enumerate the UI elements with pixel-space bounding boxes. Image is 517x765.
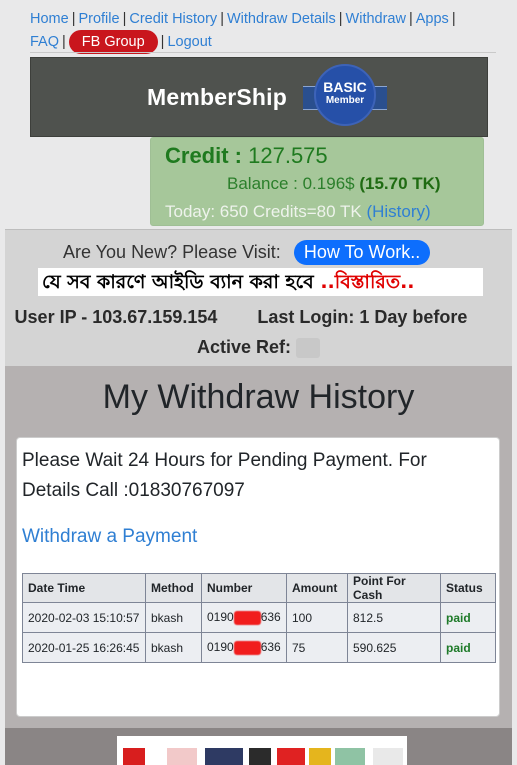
badge-sub: Member <box>325 95 365 106</box>
col-amount: Amount <box>286 573 348 603</box>
cell-status: paid <box>440 632 496 663</box>
fb-group-button[interactable]: FB Group <box>68 30 158 54</box>
ad-logo-7 <box>335 748 365 765</box>
active-ref-label: Active Ref: <box>196 337 291 357</box>
nav-credit-history-link[interactable]: Credit History <box>129 11 217 27</box>
nav-logout-link[interactable]: Logout <box>167 34 211 50</box>
cell-number: 0190 636 <box>201 632 287 663</box>
col-status: Status <box>440 573 496 603</box>
credit-panel: Credit : 127.575 Balance : 0.196$ (15.70… <box>150 137 484 226</box>
footer-strip <box>5 728 512 765</box>
table-row: 2020-02-03 15:10:57 bkash 0190 636 100 81… <box>22 602 496 633</box>
withdraw-table: Date Time Method Number Amount Point For… <box>22 573 496 663</box>
nav-profile-link[interactable]: Profile <box>78 11 119 27</box>
new-user-text: Are You New? Please Visit: <box>63 242 281 262</box>
ad-logo-8 <box>373 748 403 765</box>
ad-logo-1 <box>123 748 145 765</box>
nav-home-link[interactable]: Home <box>30 11 69 27</box>
cell-amount: 75 <box>286 632 348 663</box>
table-row: 2020-01-25 16:26:45 bkash 0190 636 75 590… <box>22 632 496 663</box>
col-points: Point For Cash <box>347 573 441 603</box>
credit-value: 127.575 <box>248 143 328 168</box>
badge-level: BASIC <box>323 79 367 95</box>
info-section: Are You New? Please Visit: How To Work..… <box>5 229 512 366</box>
membership-title: MemberShip <box>147 84 288 110</box>
cell-method: bkash <box>145 602 202 633</box>
cell-points: 812.5 <box>347 602 441 633</box>
ban-notice-details-link[interactable]: ..বিস্তারিত.. <box>320 271 414 293</box>
number-prefix: 0190 <box>207 640 234 655</box>
cell-amount: 100 <box>286 602 348 633</box>
number-prefix: 0190 <box>207 610 234 625</box>
ad-logo-2 <box>167 748 197 765</box>
col-method: Method <box>145 573 202 603</box>
balance-line: Balance : 0.196$ (15.70 TK) <box>227 174 441 194</box>
top-nav: Home | Profile | Credit History | Withdraw Det… <box>30 8 492 54</box>
pending-message: Please Wait 24 Hours for Pending Payment… <box>22 450 427 501</box>
credit-history-link[interactable]: (History) <box>366 202 430 221</box>
last-login: Last Login: 1 Day before <box>257 307 468 327</box>
ban-notice-text: যে সব কারণে আইডি ব্যান করা হবে <box>42 271 314 293</box>
membership-badge: BASIC Member <box>314 64 376 126</box>
credit-label: Credit : <box>165 143 242 168</box>
user-info-line: User IP - 103.67.159.154 Last Login: 1 D… <box>5 302 512 362</box>
nav-divider <box>30 52 496 53</box>
cell-date: 2020-01-25 16:26:45 <box>22 632 146 663</box>
user-ip: User IP - 103.67.159.154 <box>14 307 218 327</box>
col-number: Number <box>201 573 287 603</box>
nav-apps-link[interactable]: Apps <box>416 11 449 27</box>
today-line: Today: 650 Credits=80 TK (History) <box>165 202 431 222</box>
withdraw-section: My Withdraw History Please Wait 24 Hours… <box>5 366 512 728</box>
active-ref-value-blurred <box>296 338 321 359</box>
cell-number: 0190 636 <box>201 602 287 633</box>
number-redaction <box>233 640 261 655</box>
today-credits: Today: 650 Credits=80 TK <box>165 202 362 221</box>
cell-points: 590.625 <box>347 632 441 663</box>
new-user-line: Are You New? Please Visit: How To Work.. <box>63 240 431 265</box>
ad-banner[interactable] <box>117 736 407 765</box>
cell-method: bkash <box>145 632 202 663</box>
nav-faq-link[interactable]: FAQ <box>30 34 59 50</box>
cell-date: 2020-02-03 15:10:57 <box>22 602 146 633</box>
membership-banner: MemberShip BASIC Member <box>30 57 488 137</box>
number-suffix: 636 <box>260 610 281 625</box>
ad-logo-4 <box>249 748 271 765</box>
balance-usd: Balance : 0.196$ <box>227 174 355 193</box>
ban-notice: যে সব কারণে আইডি ব্যান করা হবে ..বিস্তার… <box>38 268 483 296</box>
nav-withdraw-details-link[interactable]: Withdraw Details <box>227 11 336 27</box>
withdraw-card: Please Wait 24 Hours for Pending Payment… <box>16 437 500 717</box>
credit-line: Credit : 127.575 <box>165 143 328 169</box>
ad-logo-3 <box>205 748 243 765</box>
number-redaction <box>233 610 261 625</box>
table-header-row: Date Time Method Number Amount Point For… <box>22 573 496 603</box>
balance-tk: (15.70 TK) <box>359 174 441 193</box>
nav-withdraw-link[interactable]: Withdraw <box>346 11 406 27</box>
how-to-work-button[interactable]: How To Work.. <box>293 240 431 265</box>
withdraw-payment-link[interactable]: Withdraw a Payment <box>22 526 197 548</box>
ad-logo-5 <box>277 748 305 765</box>
col-date-time: Date Time <box>22 573 146 603</box>
cell-status: paid <box>440 602 496 633</box>
number-suffix: 636 <box>260 640 281 655</box>
ad-logo-6 <box>309 748 331 765</box>
withdraw-heading: My Withdraw History <box>102 378 415 416</box>
